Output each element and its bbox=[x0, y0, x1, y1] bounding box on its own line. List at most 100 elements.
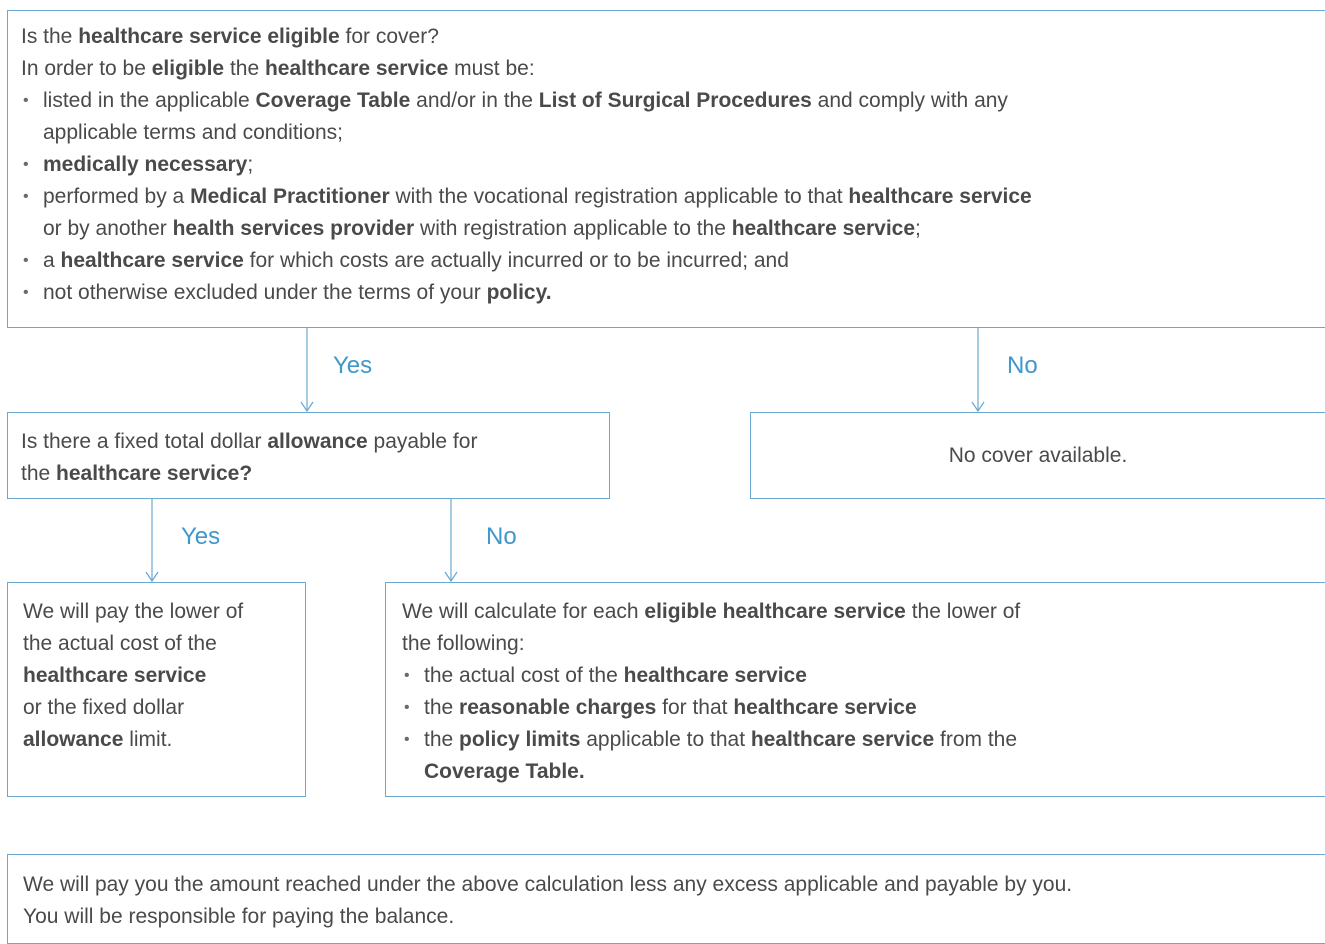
text-run: with the vocational registration applica… bbox=[389, 185, 849, 208]
text-line: or by another health services provider w… bbox=[21, 213, 1325, 245]
text-run: applicable terms and conditions; bbox=[43, 121, 344, 144]
pay-lower-box: We will pay the lower of the actual cost … bbox=[7, 582, 306, 797]
no-cover-text: No cover available. bbox=[948, 444, 1128, 467]
bullet-item: not otherwise excluded under the terms o… bbox=[21, 277, 1325, 309]
text-line: the actual cost of the bbox=[23, 628, 305, 660]
bold-term: allowance bbox=[23, 728, 124, 751]
text-line: We will calculate for each eligible heal… bbox=[402, 596, 1325, 628]
text-run: or the fixed dollar bbox=[23, 696, 185, 719]
text-run: the bbox=[424, 696, 460, 719]
text-run: with registration applicable to the bbox=[414, 217, 732, 240]
text-run: for cover? bbox=[339, 25, 439, 48]
calculation-box: We will calculate for each eligible heal… bbox=[385, 582, 1325, 797]
calculation-criteria-list: the actual cost of the healthcare servic… bbox=[402, 660, 1325, 788]
text-run: payable for bbox=[367, 430, 478, 453]
text-line: performed by a Medical Practitioner with… bbox=[21, 181, 1325, 213]
text-run: a bbox=[43, 249, 61, 272]
text-line: the actual cost of the healthcare servic… bbox=[402, 660, 1325, 692]
text-run: the actual cost of the bbox=[23, 632, 217, 655]
text-run: In order to be bbox=[21, 57, 152, 80]
text-run: and/or in the bbox=[410, 89, 539, 112]
text-line: applicable terms and conditions; bbox=[21, 117, 1325, 149]
text-run: the lower of bbox=[905, 600, 1021, 623]
bold-term: healthcare service bbox=[848, 185, 1032, 208]
text-run: You will be responsible for paying the b… bbox=[23, 905, 455, 928]
bold-term: reasonable charges bbox=[459, 696, 657, 719]
bold-term: healthcare service bbox=[750, 728, 935, 751]
bullet-item: performed by a Medical Practitioner with… bbox=[21, 181, 1325, 245]
text-line: Coverage Table. bbox=[402, 756, 1325, 788]
bold-term: allowance bbox=[267, 430, 368, 453]
text-line: or the fixed dollar bbox=[23, 692, 305, 724]
text-line: the healthcare service? bbox=[21, 458, 609, 490]
bullet-item: the actual cost of the healthcare servic… bbox=[402, 660, 1325, 692]
text-line: allowance limit. bbox=[23, 724, 305, 756]
text-line: We will pay the lower of bbox=[23, 596, 305, 628]
text-line: healthcare service bbox=[23, 660, 305, 692]
eligibility-question-box: Is the healthcare service eligible for c… bbox=[7, 10, 1325, 328]
text-line: We will pay you the amount reached under… bbox=[23, 869, 1325, 901]
no-cover-box: No cover available. bbox=[750, 412, 1325, 499]
bold-term: healthcare service bbox=[264, 57, 449, 80]
eligibility-question-title: Is the healthcare service eligible for c… bbox=[21, 21, 1325, 53]
text-run: for which costs are actually incurred or… bbox=[243, 249, 789, 272]
text-run: Is the bbox=[21, 25, 79, 48]
eligibility-criteria-list: listed in the applicable Coverage Table … bbox=[21, 85, 1325, 309]
no-label-allowance: No bbox=[486, 523, 517, 550]
text-line: Is there a fixed total dollar allowance … bbox=[21, 426, 609, 458]
final-payment-content: We will pay you the amount reached under… bbox=[23, 869, 1325, 933]
bold-term: healthcare service eligible bbox=[78, 25, 340, 48]
text-line: the reasonable charges for that healthca… bbox=[402, 692, 1325, 724]
bold-term: healthcare service bbox=[731, 217, 916, 240]
text-run: We will pay the lower of bbox=[23, 600, 244, 623]
text-run: ; bbox=[915, 217, 921, 240]
text-run: the bbox=[224, 57, 265, 80]
text-line: You will be responsible for paying the b… bbox=[23, 901, 1325, 933]
text-line: the policy limits applicable to that hea… bbox=[402, 724, 1325, 756]
text-run: from the bbox=[934, 728, 1018, 751]
bold-term: Medical Practitioner bbox=[190, 185, 390, 208]
text-run: We will calculate for each bbox=[402, 600, 645, 623]
text-run: must be: bbox=[448, 57, 535, 80]
bullet-item: the policy limits applicable to that hea… bbox=[402, 724, 1325, 788]
pay-lower-content: We will pay the lower of the actual cost … bbox=[23, 596, 305, 756]
calculation-content: We will calculate for each eligible heal… bbox=[402, 596, 1325, 788]
bold-term: health services provider bbox=[172, 217, 415, 240]
final-payment-box: We will pay you the amount reached under… bbox=[7, 854, 1325, 944]
text-line: the following: bbox=[402, 628, 1325, 660]
bold-term: policy limits bbox=[459, 728, 581, 751]
text-line: medically necessary; bbox=[21, 149, 1325, 181]
bold-term: Coverage Table. bbox=[424, 760, 585, 783]
yes-label-eligible: Yes bbox=[333, 352, 373, 379]
text-run: not otherwise excluded under the terms o… bbox=[43, 281, 487, 304]
bold-term: eligible bbox=[151, 57, 225, 80]
text-line: not otherwise excluded under the terms o… bbox=[21, 277, 1325, 309]
bold-term: healthcare service bbox=[23, 664, 207, 687]
bold-term: healthcare service bbox=[733, 696, 917, 719]
text-line: listed in the applicable Coverage Table … bbox=[21, 85, 1325, 117]
bold-term: healthcare service bbox=[623, 664, 807, 687]
text-run: for that bbox=[656, 696, 734, 719]
yes-label-allowance: Yes bbox=[181, 523, 221, 550]
bold-term: healthcare service bbox=[60, 249, 244, 272]
allowance-question-box: Is there a fixed total dollar allowance … bbox=[7, 412, 610, 499]
text-run: or by another bbox=[43, 217, 173, 240]
text-run: listed in the applicable bbox=[43, 89, 256, 112]
bold-term: Coverage Table bbox=[255, 89, 411, 112]
text-run: applicable to that bbox=[580, 728, 751, 751]
text-run: and comply with any bbox=[811, 89, 1008, 112]
bold-term: eligible healthcare service bbox=[644, 600, 906, 623]
text-run: the bbox=[424, 728, 460, 751]
text-run: the actual cost of the bbox=[424, 664, 624, 687]
eligibility-question-content: Is the healthcare service eligible for c… bbox=[21, 21, 1325, 309]
bold-term: policy. bbox=[486, 281, 552, 304]
bullet-item: a healthcare service for which costs are… bbox=[21, 245, 1325, 277]
text-line: a healthcare service for which costs are… bbox=[21, 245, 1325, 277]
text-run: performed by a bbox=[43, 185, 191, 208]
eligibility-intro: In order to be eligible the healthcare s… bbox=[21, 53, 1325, 85]
calculation-intro: We will calculate for each eligible heal… bbox=[402, 596, 1325, 660]
text-run: ; bbox=[247, 153, 254, 176]
no-label-eligible: No bbox=[1007, 352, 1038, 379]
bold-term: medically necessary bbox=[43, 153, 248, 176]
bullet-item: medically necessary; bbox=[21, 149, 1325, 181]
